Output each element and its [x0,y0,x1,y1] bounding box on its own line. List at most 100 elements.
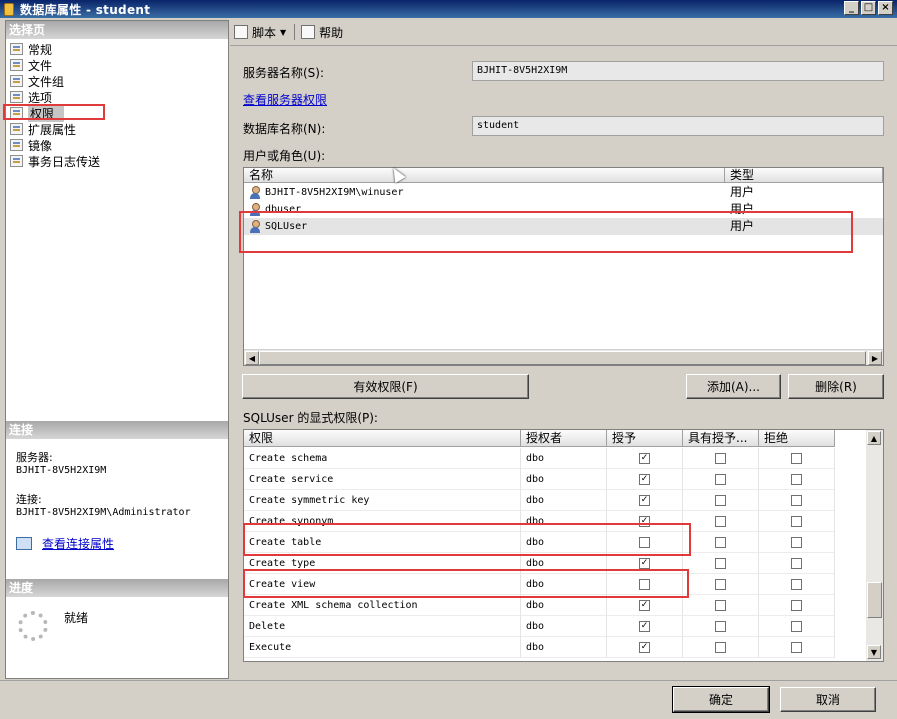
with-grant-checkbox[interactable] [715,578,726,590]
help-button[interactable]: 帮助 [301,24,343,41]
permission-deny-cell [759,616,835,637]
permissions-grid[interactable]: 权限 授权者 授予 具有授予... 拒绝 Create schema dbo ✓ Cr… [243,429,884,662]
with-grant-checkbox[interactable] [715,557,726,569]
deny-checkbox[interactable] [791,557,802,569]
db-name-field[interactable]: student [472,116,884,136]
grant-checkbox[interactable]: ✓ [639,494,650,506]
deny-checkbox[interactable] [791,473,802,485]
users-column-type[interactable]: 类型 [725,168,883,183]
with-grant-checkbox[interactable] [715,599,726,611]
view-connection-properties[interactable]: 查看连接属性 [16,535,114,552]
permission-grant-cell [607,574,683,595]
grant-checkbox[interactable]: ✓ [639,473,650,485]
user-row[interactable]: SQLUser 用户 [244,218,883,235]
permission-row[interactable]: Create type dbo ✓ [244,553,836,574]
effective-permissions-button[interactable]: 有效权限(F) [242,374,529,399]
db-name-label: 数据库名称(N): [243,122,326,136]
script-button[interactable]: 脚本 ▼ [234,24,286,41]
with-grant-checkbox[interactable] [715,473,726,485]
deny-checkbox[interactable] [791,515,802,527]
connection-info: 服务器: BJHIT-8V5H2XI9M 连接: BJHIT-8V5H2XI9M… [16,451,191,519]
deny-checkbox[interactable] [791,452,802,464]
users-list[interactable]: 名称 类型 BJHIT-8V5H2XI9M\winuser 用户 dbuser 用户 S… [243,167,884,366]
permission-row[interactable]: Create XML schema collection dbo ✓ [244,595,836,616]
permission-row[interactable]: Create symmetric key dbo ✓ [244,490,836,511]
perm-column-deny[interactable]: 拒绝 [759,430,835,447]
users-column-name[interactable]: 名称 [244,168,725,183]
page-item[interactable]: 常规 [10,41,100,57]
with-grant-checkbox[interactable] [715,494,726,506]
permission-row[interactable]: Delete dbo ✓ [244,616,836,637]
chevron-down-icon[interactable]: ▼ [280,28,286,37]
page-item[interactable]: 文件 [10,57,100,73]
view-connection-link[interactable]: 查看连接属性 [42,535,114,552]
grant-checkbox[interactable]: ✓ [639,641,650,653]
scroll-thumb[interactable] [259,351,866,365]
ok-button[interactable]: 确定 [672,686,770,713]
scroll-up-icon[interactable]: ▲ [867,431,881,445]
perm-column-with-grant[interactable]: 具有授予... [683,430,759,447]
toolbar-separator [294,24,296,40]
server-name-field[interactable]: BJHIT-8V5H2XI9M [472,61,884,81]
page-item[interactable]: 镜像 [10,137,100,153]
deny-checkbox[interactable] [791,536,802,548]
user-row[interactable]: BJHIT-8V5H2XI9M\winuser 用户 [244,184,883,201]
permission-row[interactable]: Create view dbo [244,574,836,595]
grant-checkbox[interactable]: ✓ [639,452,650,464]
page-item[interactable]: 权限 [10,104,100,122]
progress-spinner-icon [18,611,48,641]
maximize-button[interactable]: □ [861,1,876,15]
permission-row[interactable]: Create table dbo [244,532,836,553]
minimize-button[interactable]: _ [844,1,859,15]
grant-checkbox[interactable] [639,578,650,590]
with-grant-checkbox[interactable] [715,536,726,548]
permission-grant-cell: ✓ [607,616,683,637]
page-item[interactable]: 文件组 [10,73,100,89]
add-button[interactable]: 添加(A)... [686,374,781,399]
with-grant-checkbox[interactable] [715,620,726,632]
permission-deny-cell [759,469,835,490]
with-grant-checkbox[interactable] [715,641,726,653]
page-icon [10,75,23,87]
scroll-left-icon[interactable]: ◀ [245,351,259,365]
deny-checkbox[interactable] [791,641,802,653]
scroll-right-icon[interactable]: ▶ [868,351,882,365]
permission-grant-cell: ✓ [607,553,683,574]
permission-row[interactable]: Create synonym dbo ✓ [244,511,836,532]
script-icon [234,25,248,39]
permission-row[interactable]: Create service dbo ✓ [244,469,836,490]
permission-name: Create symmetric key [244,490,521,511]
with-grant-checkbox[interactable] [715,515,726,527]
permissions-vertical-scrollbar[interactable]: ▲ ▼ [866,430,883,661]
deny-checkbox[interactable] [791,578,802,590]
permission-deny-cell [759,637,835,658]
scroll-down-icon[interactable]: ▼ [867,645,881,659]
permission-with-grant-cell [683,574,759,595]
view-server-permissions-link[interactable]: 查看服务器权限 [243,91,327,108]
with-grant-checkbox[interactable] [715,452,726,464]
close-button[interactable]: × [878,1,893,15]
page-item-label: 扩展属性 [28,122,77,137]
permission-row[interactable]: Create schema dbo ✓ [244,448,836,469]
permission-row[interactable]: Execute dbo ✓ [244,637,836,658]
perm-column-permission[interactable]: 权限 [244,430,521,447]
scroll-thumb[interactable] [867,582,882,618]
deny-checkbox[interactable] [791,599,802,611]
grant-checkbox[interactable] [639,536,650,548]
permission-name: Delete [244,616,521,637]
page-item[interactable]: 选项 [10,89,100,105]
grant-checkbox[interactable]: ✓ [639,515,650,527]
page-item[interactable]: 扩展属性 [10,121,100,137]
deny-checkbox[interactable] [791,494,802,506]
user-row[interactable]: dbuser 用户 [244,201,883,218]
grant-checkbox[interactable]: ✓ [639,620,650,632]
perm-column-grant[interactable]: 授予 [607,430,683,447]
deny-checkbox[interactable] [791,620,802,632]
cancel-button[interactable]: 取消 [780,687,876,712]
remove-button[interactable]: 删除(R) [788,374,884,399]
users-horizontal-scrollbar[interactable]: ◀ ▶ [244,349,883,365]
grant-checkbox[interactable]: ✓ [639,557,650,569]
perm-column-grantor[interactable]: 授权者 [521,430,607,447]
grant-checkbox[interactable]: ✓ [639,599,650,611]
page-item[interactable]: 事务日志传送 [10,153,100,169]
